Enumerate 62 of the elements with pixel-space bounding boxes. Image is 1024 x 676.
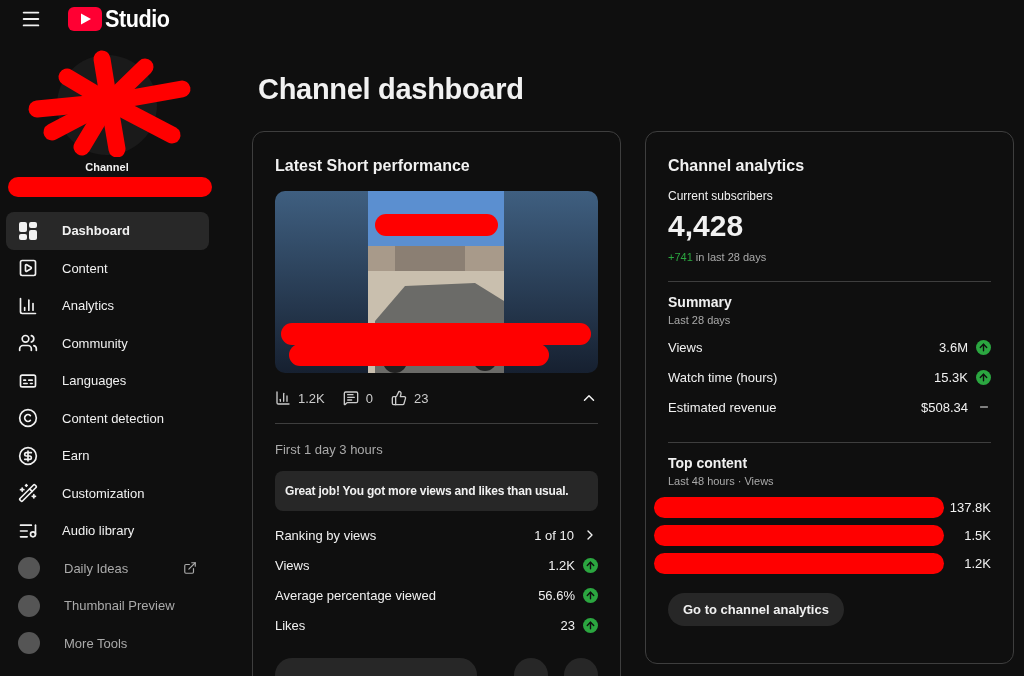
period-label: First 1 day 3 hours bbox=[275, 442, 384, 457]
sidebar-item[interactable]: Analytics bbox=[6, 287, 209, 325]
play-square-icon bbox=[18, 258, 38, 279]
sidebar-item[interactable]: Dashboard bbox=[6, 212, 209, 250]
sidebar-item[interactable]: Thumbnail Preview bbox=[6, 587, 209, 625]
row-label: Views bbox=[668, 339, 704, 355]
stat-value: 0 bbox=[365, 390, 373, 406]
sidebar-item[interactable]: Community bbox=[6, 324, 209, 362]
card-title: Latest Short performance bbox=[275, 157, 471, 175]
analytics-button[interactable]: Go to channel analytics bbox=[668, 593, 844, 626]
sidebar-item[interactable]: Daily Ideas bbox=[6, 549, 209, 587]
bar-chart-icon bbox=[18, 295, 38, 316]
extension-icon bbox=[18, 632, 40, 655]
row-label: Views bbox=[275, 557, 311, 573]
row-value: 1 of 10 bbox=[534, 527, 574, 543]
sidebar-item[interactable]: Earn bbox=[6, 437, 209, 475]
stat-value: 23 bbox=[414, 390, 429, 406]
sidebar-item[interactable]: Content detection bbox=[6, 399, 209, 437]
row-label: Watch time (hours) bbox=[668, 369, 779, 385]
row-value: $508.34 bbox=[921, 399, 968, 415]
row-value: 1.2K bbox=[548, 557, 575, 573]
extension-icon bbox=[18, 557, 40, 580]
bar-chart-icon bbox=[275, 390, 291, 406]
row-value: 23 bbox=[560, 617, 575, 633]
row-value: 1.5K bbox=[963, 527, 991, 543]
card-title: Channel analytics bbox=[668, 157, 806, 175]
row-value: 137.8K bbox=[948, 499, 991, 515]
row-label: Average percentage viewed bbox=[275, 587, 437, 603]
section-title: Top content bbox=[668, 455, 749, 471]
play-logo-icon bbox=[68, 7, 102, 31]
dollar-icon bbox=[18, 445, 38, 466]
logo-text: Studio bbox=[105, 5, 170, 33]
section-title: Summary bbox=[668, 294, 733, 310]
row-label: Likes bbox=[275, 617, 307, 633]
magic-wand-icon bbox=[18, 483, 38, 504]
message-banner: Great job! You got more views and likes than usual. bbox=[275, 471, 598, 511]
sidebar-item[interactable]: Languages bbox=[6, 362, 209, 400]
subscriber-count: 4,428 bbox=[668, 209, 745, 243]
row-label: Estimated revenue bbox=[668, 399, 778, 415]
sidebar-item[interactable]: Customization bbox=[6, 474, 209, 512]
people-icon bbox=[18, 333, 38, 354]
row-value: 15.3K bbox=[934, 369, 968, 385]
subscribers-label: Current subscribers bbox=[668, 189, 774, 203]
copyright-icon bbox=[18, 408, 38, 429]
comment-icon bbox=[342, 390, 359, 406]
sidebar-item[interactable]: Content bbox=[6, 249, 209, 287]
row-label: Ranking by views bbox=[275, 527, 378, 543]
stat-value: 1.2K bbox=[298, 390, 325, 406]
external-link-icon[interactable] bbox=[183, 561, 197, 576]
section-subtitle: Last 48 hours · Views bbox=[668, 475, 775, 487]
sidebar-item[interactable]: Audio library bbox=[6, 512, 209, 550]
thumbs-up-icon bbox=[391, 390, 407, 406]
sidebar-item[interactable]: More Tools bbox=[6, 624, 209, 662]
page-title: Channel dashboard bbox=[258, 73, 525, 106]
extension-icon bbox=[18, 594, 40, 617]
dashboard-icon bbox=[18, 220, 38, 241]
row-value: 1.2K bbox=[963, 555, 991, 571]
row-value: 3.6M bbox=[939, 339, 968, 355]
channel-label: Channel bbox=[84, 161, 130, 173]
section-subtitle: Last 28 days bbox=[668, 314, 732, 326]
subscriber-change: +741 in last 28 days bbox=[668, 251, 768, 263]
row-value: 56.6% bbox=[538, 587, 575, 603]
